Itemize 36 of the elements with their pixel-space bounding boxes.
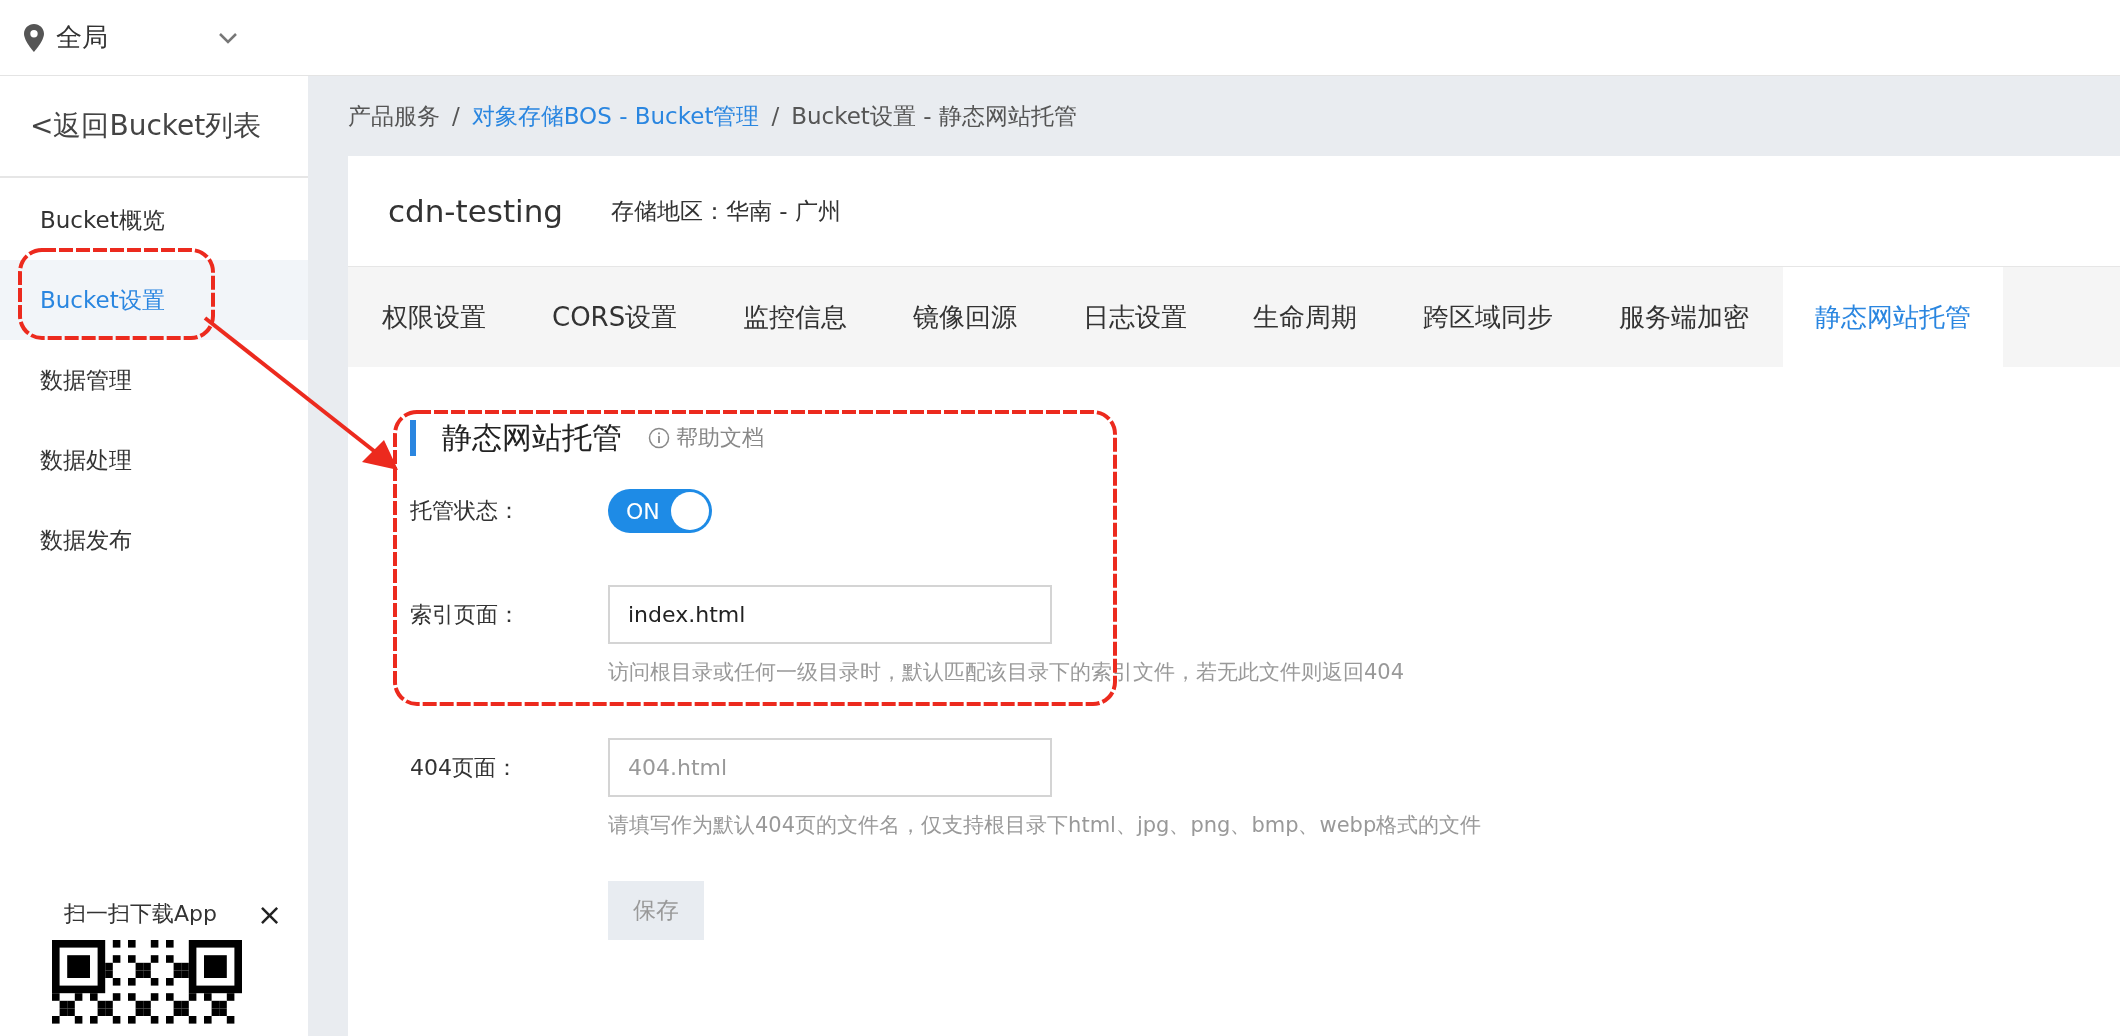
section-accent-bar xyxy=(410,420,416,456)
sidebar-item[interactable]: 数据处理 xyxy=(0,420,308,500)
tab[interactable]: 服务端加密 xyxy=(1587,267,1782,367)
info-icon[interactable] xyxy=(648,427,670,449)
sidebar-item[interactable]: Bucket概览 xyxy=(0,180,308,260)
location-pin-icon xyxy=(24,23,44,52)
region-label: 存储地区：华南 - 广州 xyxy=(611,196,841,226)
toggle-switch[interactable]: ON xyxy=(608,489,712,533)
breadcrumb-separator: / xyxy=(771,103,780,129)
tab[interactable]: 权限设置 xyxy=(350,267,518,367)
bucket-name: cdn-testing xyxy=(388,193,564,229)
field-label: 404页面： xyxy=(410,753,519,782)
input-field[interactable]: 404.html xyxy=(608,738,1052,797)
field-hint: 请填写作为默认404页的文件名，仅支持根目录下html、jpg、png、bmp、webp格式的文件 xyxy=(608,812,1483,839)
field-label: 索引页面： xyxy=(410,600,521,629)
breadcrumb-separator: / xyxy=(452,103,460,129)
tab[interactable]: CORS设置 xyxy=(520,267,710,367)
tab[interactable]: 日志设置 xyxy=(1051,267,1220,367)
breadcrumb-item: 产品服务 xyxy=(348,101,440,131)
sidebar-item[interactable]: 数据管理 xyxy=(0,340,308,420)
app-download-label: 扫一扫下载App xyxy=(64,900,217,928)
section-title: 静态网站托管 xyxy=(442,418,622,457)
breadcrumb-item: Bucket设置 - 静态网站托管 xyxy=(791,101,1077,131)
input-field[interactable]: index.html xyxy=(608,585,1052,644)
close-icon[interactable]: × xyxy=(257,896,283,932)
chevron-down-icon[interactable] xyxy=(218,31,238,44)
field-label: 托管状态： xyxy=(410,497,521,525)
sidebar-item[interactable]: 数据发布 xyxy=(0,500,308,580)
tab[interactable]: 静态网站托管 xyxy=(1783,267,2004,367)
scope-selector[interactable]: 全局 xyxy=(56,20,206,55)
tab[interactable]: 监控信息 xyxy=(711,267,880,367)
help-link[interactable]: 帮助文档 xyxy=(676,423,764,453)
tab[interactable]: 跨区域同步 xyxy=(1391,267,1586,367)
tab[interactable]: 镜像回源 xyxy=(881,267,1050,367)
tab[interactable]: 生命周期 xyxy=(1221,267,1390,367)
back-link[interactable]: <返回Bucket列表 xyxy=(0,76,308,178)
